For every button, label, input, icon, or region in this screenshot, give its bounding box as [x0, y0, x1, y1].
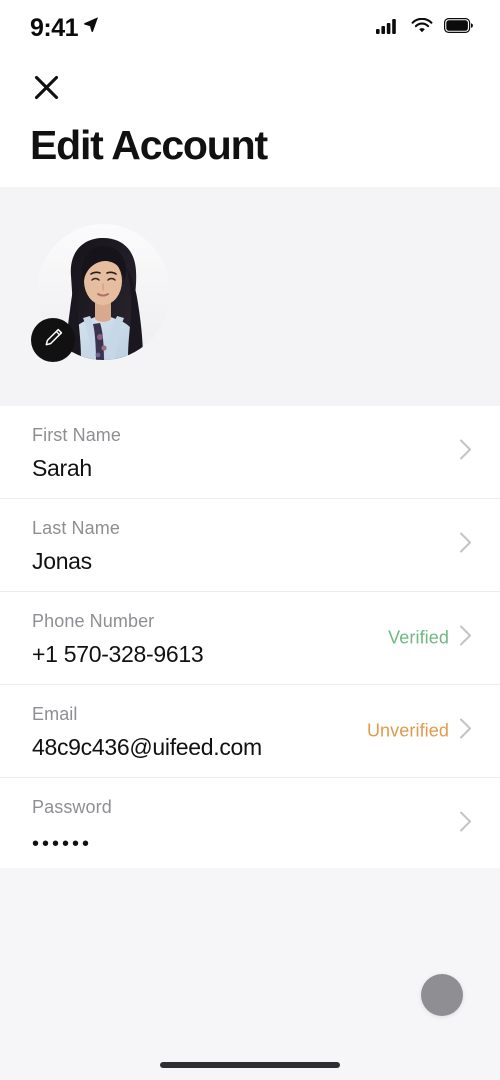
chevron-right-icon[interactable]: [459, 811, 472, 838]
floating-action-button[interactable]: [421, 974, 463, 1016]
status-bar-left: 9:41: [30, 14, 100, 43]
form-row-phone-number[interactable]: Phone Number +1 570-328-9613 Verified: [0, 592, 500, 685]
page-title: Edit Account: [30, 122, 268, 168]
chevron-right-icon[interactable]: [459, 532, 472, 559]
wifi-icon: [411, 17, 433, 39]
cellular-signal-icon: [376, 18, 400, 39]
status-bar-right: [376, 17, 474, 39]
avatar-wrapper: [31, 224, 170, 362]
edit-avatar-button[interactable]: [31, 318, 75, 362]
chevron-right-icon[interactable]: [459, 625, 472, 652]
avatar-section: [0, 187, 500, 406]
page-header: Edit Account: [0, 56, 500, 169]
row-trailing: [459, 532, 472, 559]
row-trailing: [459, 439, 472, 466]
status-bar: 9:41: [0, 0, 500, 56]
row-value: Jonas: [32, 548, 92, 574]
row-label: First Name: [32, 425, 122, 445]
form-row-last-name[interactable]: Last Name Jonas: [0, 499, 500, 592]
row-trailing: Unverified: [367, 718, 472, 745]
status-badge-unverified: Unverified: [366, 720, 449, 741]
form-row-first-name[interactable]: First Name Sarah: [0, 406, 500, 499]
home-indicator: [160, 1062, 340, 1068]
row-trailing: Verified: [388, 625, 472, 652]
status-badge-verified: Verified: [388, 627, 449, 648]
pencil-icon: [43, 327, 64, 353]
row-value: Sarah: [32, 455, 92, 481]
account-form-list: First Name Sarah Last Name Jonas Phone N…: [0, 406, 500, 871]
form-row-password[interactable]: Password ••••••: [0, 778, 500, 871]
row-value-masked: ••••••: [32, 833, 93, 855]
battery-full-icon: [444, 18, 474, 38]
row-label: Last Name: [32, 518, 120, 538]
chevron-right-icon[interactable]: [459, 439, 472, 466]
status-bar-time: 9:41: [30, 13, 79, 42]
location-arrow-icon: [82, 15, 100, 38]
chevron-right-icon[interactable]: [459, 718, 472, 745]
close-button[interactable]: [26, 70, 66, 110]
bottom-area: [0, 868, 500, 1080]
close-icon: [33, 74, 60, 106]
form-row-email[interactable]: Email 48c9c436@uifeed.com Unverified: [0, 685, 500, 778]
row-label: Password: [32, 797, 112, 817]
row-trailing: [459, 811, 472, 838]
